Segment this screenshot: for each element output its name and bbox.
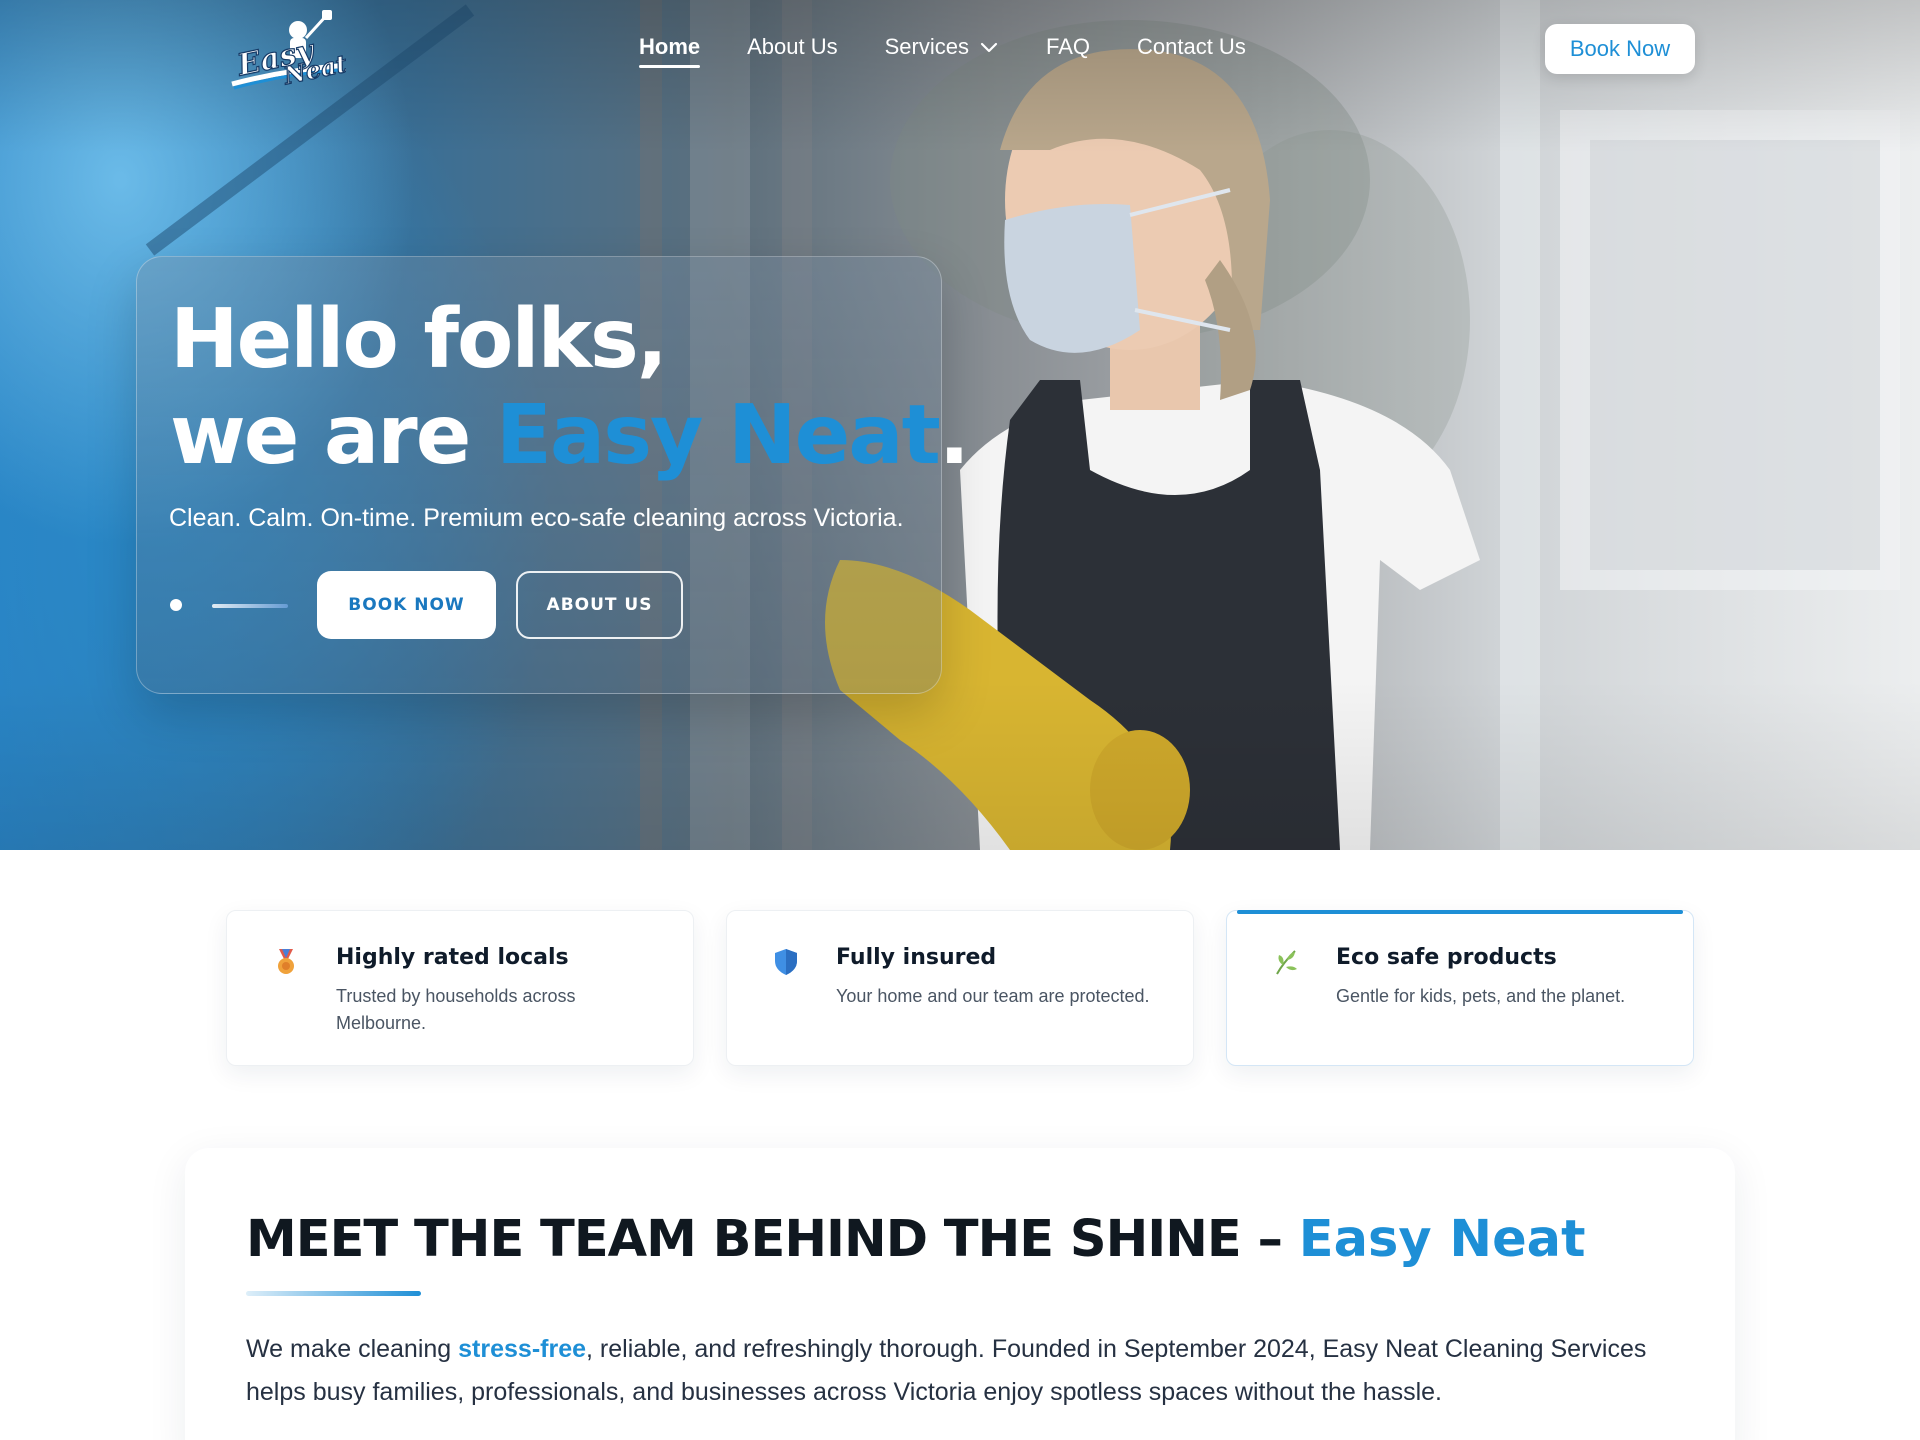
leaf-icon [1276,950,1297,975]
hero-title-period: . [938,388,970,483]
nav-faq[interactable]: FAQ [1046,34,1090,60]
hero-book-now-button[interactable]: BOOK NOW [317,571,496,639]
chevron-down-icon[interactable] [979,37,999,57]
team-title-brand: Easy Neat [1298,1210,1586,1269]
nav-contact-us-label: Contact Us [1137,34,1246,59]
feature-description: Gentle for kids, pets, and the planet. [1336,986,1626,1006]
hero-title-brand: Easy Neat [495,388,941,483]
feature-title: Highly rated locals [336,945,569,970]
team-text-highlight: stress-free [458,1335,587,1363]
team-text-prefix: We make cleaning [246,1335,459,1363]
hero-title: Hello folks, we are Easy Neat. [170,292,970,484]
feature-card-eco-safe: Eco safe products Gentle for kids, pets,… [1226,910,1694,1066]
feature-card-highly-rated: Highly rated locals Trusted by household… [226,910,694,1066]
feature-description: Trusted by households across Melbourne. [336,986,576,1033]
hero-about-us-button[interactable]: ABOUT US [516,571,683,639]
team-title-prefix: MEET THE TEAM BEHIND THE SHINE – [246,1210,1299,1269]
nav-services[interactable]: Services [885,34,999,60]
slider-progress [212,604,288,608]
slider-dot[interactable] [170,599,182,611]
team-section-title: MEET THE TEAM BEHIND THE SHINE – Easy Ne… [246,1210,1585,1269]
feature-title: Eco safe products [1336,945,1557,970]
easy-neat-logo[interactable]: Easy Neat [226,8,350,91]
hero-subtitle: Clean. Calm. On-time. Premium eco-safe c… [169,504,904,532]
nav-home[interactable]: Home [639,34,701,68]
shield-icon [775,949,797,975]
feature-card-fully-insured: Fully insured Your home and our team are… [726,910,1194,1066]
nav-book-now-button[interactable]: Book Now [1545,24,1695,74]
nav-faq-label: FAQ [1045,34,1090,59]
feature-title: Fully insured [836,945,997,970]
hero-title-line1: Hello folks, [170,292,668,387]
team-intro-text: We make cleaning stress-free, reliable, … [246,1328,1686,1414]
hero-title-line2-prefix: we are [170,388,496,483]
nav-about-us[interactable]: About Us [747,34,838,60]
main-nav: Home About Us Services FAQ Contact Us [639,34,1293,68]
nav-services-label: Services [884,34,969,59]
nav-home-label: Home [639,34,701,59]
nav-contact-us[interactable]: Contact Us [1137,34,1246,60]
nav-about-us-label: About Us [747,34,838,59]
medal-icon [278,949,294,974]
title-underline [246,1291,421,1296]
feature-description: Your home and our team are protected. [836,986,1150,1006]
